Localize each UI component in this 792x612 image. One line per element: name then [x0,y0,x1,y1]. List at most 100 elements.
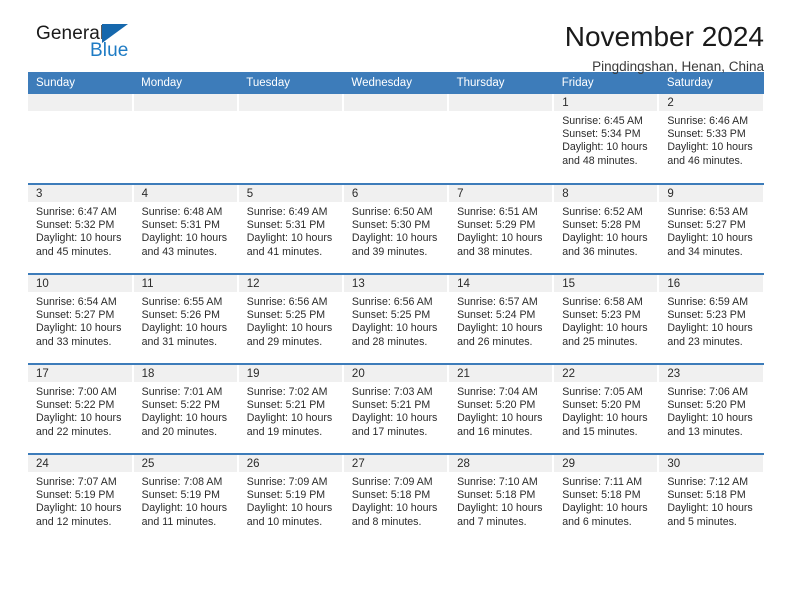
daylight-text-line1: Daylight: 10 hours [351,412,438,425]
daylight-text-line1: Daylight: 10 hours [667,232,753,245]
day-cell[interactable]: 26 Sunrise: 7:09 AM Sunset: 5:19 PM Dayligh… [238,453,344,544]
day-number [133,94,238,111]
day-cell[interactable]: 6 Sunrise: 6:50 AM Sunset: 5:30 PM Daylight… [343,183,450,274]
day-cell[interactable]: 3 Sunrise: 6:47 AM Sunset: 5:32 PM Daylight… [28,183,134,274]
calendar-week-row: 1 Sunrise: 6:45 AM Sunset: 5:34 PM Daylight… [28,94,764,184]
daylight-text-line1: Daylight: 10 hours [246,322,333,335]
sunset-text: Sunset: 5:18 PM [562,489,641,502]
daylight-text-line2: and 26 minutes. [457,335,533,348]
day-cell[interactable]: 11 Sunrise: 6:55 AM Sunset: 5:26 PM Dayligh… [133,273,239,364]
sunset-text: Sunset: 5:18 PM [351,489,431,502]
sunrise-text: Sunrise: 7:02 AM [246,386,328,398]
day-number: 1 [554,94,659,111]
day-cell[interactable]: 18 Sunrise: 7:01 AM Sunset: 5:22 PM Dayligh… [133,363,239,454]
day-cell-inner: 22 Sunrise: 7:05 AM Sunset: 5:20 PM Dayligh… [554,365,659,453]
daylight-text-line1: Daylight: 10 hours [562,141,648,154]
day-number: 30 [659,455,764,472]
day-cell[interactable]: 22 Sunrise: 7:05 AM Sunset: 5:20 PM Dayligh… [553,363,660,454]
sunrise-text: Sunrise: 7:10 AM [457,476,538,488]
brand-logo[interactable]: General Blue [28,22,178,72]
daylight-text-line1: Daylight: 10 hours [141,322,228,335]
day-cell[interactable]: 7 Sunrise: 6:51 AM Sunset: 5:29 PM Daylight… [448,183,555,274]
day-details: Sunrise: 6:58 AM Sunset: 5:23 PM Daylight:… [554,292,658,349]
day-cell[interactable]: 10 Sunrise: 6:54 AM Sunset: 5:27 PM Dayligh… [28,273,134,364]
day-cell[interactable]: 24 Sunrise: 7:07 AM Sunset: 5:19 PM Dayligh… [28,453,134,544]
sunrise-text: Sunrise: 6:57 AM [457,296,538,308]
day-cell[interactable]: 17 Sunrise: 7:00 AM Sunset: 5:22 PM Dayligh… [28,363,134,454]
sunset-text: Sunset: 5:22 PM [141,399,220,412]
weekday-header-thursday: Thursday [448,72,554,94]
calendar-grid: Sunday Monday Tuesday Wednesday Thursday Frid… [28,72,764,544]
daylight-text-line2: and 17 minutes. [351,425,428,438]
day-cell-inner: 15 Sunrise: 6:58 AM Sunset: 5:23 PM Dayligh… [554,275,659,363]
day-cell[interactable]: 5 Sunrise: 6:49 AM Sunset: 5:31 PM Daylight… [238,183,344,274]
day-details: Sunrise: 7:08 AM Sunset: 5:19 PM Daylight:… [134,472,238,529]
daylight-text-line1: Daylight: 10 hours [667,141,753,154]
day-details: Sunrise: 7:06 AM Sunset: 5:20 PM Daylight:… [659,382,764,439]
day-number [238,94,343,111]
day-cell[interactable]: 4 Sunrise: 6:48 AM Sunset: 5:31 PM Daylight… [133,183,239,274]
sunset-text: Sunset: 5:21 PM [246,399,326,412]
day-details: Sunrise: 7:03 AM Sunset: 5:21 PM Daylight:… [344,382,448,439]
day-cell[interactable]: 8 Sunrise: 6:52 AM Sunset: 5:28 PM Daylight… [553,183,660,274]
day-cell[interactable]: 21 Sunrise: 7:04 AM Sunset: 5:20 PM Dayligh… [448,363,555,454]
day-cell[interactable]: 14 Sunrise: 6:57 AM Sunset: 5:24 PM Dayligh… [448,273,555,364]
daylight-text-line2: and 29 minutes. [246,335,323,348]
day-cell[interactable]: 30 Sunrise: 7:12 AM Sunset: 5:18 PM Dayligh… [658,453,764,544]
sunrise-text: Sunrise: 6:55 AM [141,296,223,308]
daylight-text-line2: and 13 minutes. [667,425,743,438]
day-cell[interactable]: 2 Sunrise: 6:46 AM Sunset: 5:33 PM Daylight… [658,94,764,184]
day-cell[interactable]: 28 Sunrise: 7:10 AM Sunset: 5:18 PM Dayligh… [448,453,555,544]
day-details: Sunrise: 6:51 AM Sunset: 5:29 PM Daylight:… [449,202,553,259]
day-cell[interactable]: 9 Sunrise: 6:53 AM Sunset: 5:27 PM Daylight… [658,183,764,274]
brand-name-blue: Blue [90,40,129,61]
calendar-week-row: 17 Sunrise: 7:00 AM Sunset: 5:22 PM Dayligh… [28,363,764,454]
day-cell-empty [343,94,450,184]
day-cell-inner: 11 Sunrise: 6:55 AM Sunset: 5:26 PM Dayligh… [133,275,238,363]
day-cell[interactable]: 25 Sunrise: 7:08 AM Sunset: 5:19 PM Dayligh… [133,453,239,544]
day-cell-inner [238,94,343,183]
sunset-text: Sunset: 5:26 PM [141,309,220,322]
day-cell[interactable]: 12 Sunrise: 6:56 AM Sunset: 5:25 PM Dayligh… [238,273,344,364]
day-cell-inner: 30 Sunrise: 7:12 AM Sunset: 5:18 PM Dayligh… [659,455,764,544]
day-cell[interactable]: 29 Sunrise: 7:11 AM Sunset: 5:18 PM Dayligh… [553,453,660,544]
day-details: Sunrise: 6:56 AM Sunset: 5:25 PM Daylight:… [239,292,343,349]
weekday-header-tuesday: Tuesday [238,72,344,94]
day-cell[interactable]: 19 Sunrise: 7:02 AM Sunset: 5:21 PM Dayligh… [238,363,344,454]
day-cell[interactable]: 23 Sunrise: 7:06 AM Sunset: 5:20 PM Dayligh… [658,363,764,454]
daylight-text-line1: Daylight: 10 hours [457,232,543,245]
day-cell-inner: 16 Sunrise: 6:59 AM Sunset: 5:23 PM Dayligh… [659,275,764,363]
daylight-text-line2: and 31 minutes. [141,335,218,348]
day-cell[interactable]: 15 Sunrise: 6:58 AM Sunset: 5:23 PM Dayligh… [553,273,660,364]
day-cell[interactable]: 1 Sunrise: 6:45 AM Sunset: 5:34 PM Daylight… [553,94,660,184]
sunrise-text: Sunrise: 7:05 AM [562,386,643,398]
day-cell[interactable]: 20 Sunrise: 7:03 AM Sunset: 5:21 PM Dayligh… [343,363,450,454]
day-cell[interactable]: 13 Sunrise: 6:56 AM Sunset: 5:25 PM Dayligh… [343,273,450,364]
sunrise-text: Sunrise: 6:59 AM [667,296,749,308]
sunset-text: Sunset: 5:28 PM [562,219,641,232]
day-cell-inner: 26 Sunrise: 7:09 AM Sunset: 5:19 PM Dayligh… [238,455,343,544]
day-cell-empty [28,94,134,184]
day-cell-inner: 29 Sunrise: 7:11 AM Sunset: 5:18 PM Dayligh… [554,455,659,544]
daylight-text-line1: Daylight: 10 hours [141,502,228,515]
sunset-text: Sunset: 5:18 PM [667,489,746,502]
day-details: Sunrise: 6:50 AM Sunset: 5:30 PM Daylight:… [344,202,448,259]
weekday-header-friday: Friday [553,72,659,94]
daylight-text-line1: Daylight: 10 hours [141,232,228,245]
day-number: 4 [133,185,238,202]
day-cell[interactable]: 16 Sunrise: 6:59 AM Sunset: 5:23 PM Dayligh… [658,273,764,364]
sunrise-text: Sunrise: 6:52 AM [562,206,643,218]
weekday-header-wednesday: Wednesday [343,72,449,94]
sunrise-text: Sunrise: 6:49 AM [246,206,328,218]
day-details: Sunrise: 6:55 AM Sunset: 5:26 PM Daylight:… [134,292,238,349]
day-cell[interactable]: 27 Sunrise: 7:09 AM Sunset: 5:18 PM Dayligh… [343,453,450,544]
daylight-text-line1: Daylight: 10 hours [351,502,438,515]
daylight-text-line1: Daylight: 10 hours [351,232,438,245]
sunrise-text: Sunrise: 6:48 AM [141,206,223,218]
day-number: 2 [659,94,764,111]
daylight-text-line1: Daylight: 10 hours [246,232,333,245]
day-cell-inner: 28 Sunrise: 7:10 AM Sunset: 5:18 PM Dayligh… [449,455,554,544]
day-details: Sunrise: 6:57 AM Sunset: 5:24 PM Daylight:… [449,292,553,349]
daylight-text-line2: and 7 minutes. [457,515,527,528]
weekday-header-sunday: Sunday [28,72,134,94]
